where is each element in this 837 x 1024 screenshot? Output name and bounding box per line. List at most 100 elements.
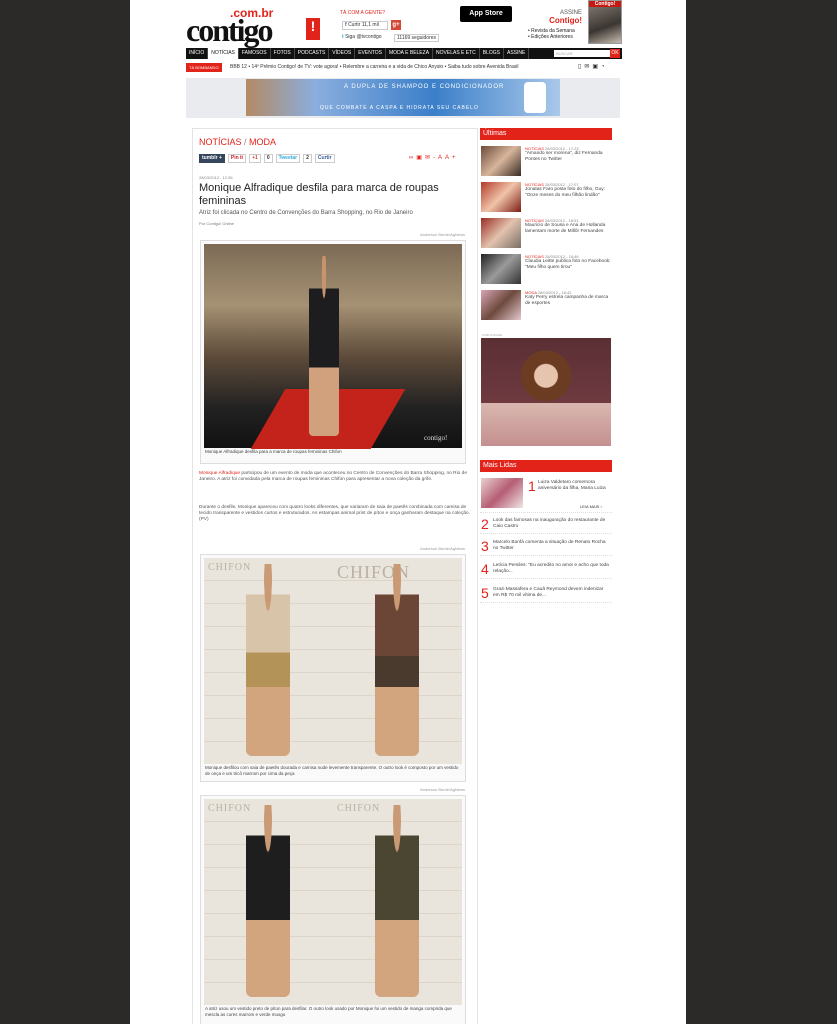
paragraph-text: participou de um evento de moda que acon… (199, 471, 468, 483)
ultimas-header: Últimas (480, 128, 612, 140)
facebook-like-button[interactable]: f Curtir 11,1 mil (342, 21, 388, 30)
article-title: Monique Alfradique desfila para marca de… (199, 182, 439, 207)
main-nav: INÍCIO NOTÍCIAS FAMOSOS FOTOS PODCASTS V… (186, 48, 622, 59)
list-item[interactable]: NOTÍCIAS 28/03/2012 - 16:46 Claudia Leit… (480, 254, 612, 286)
nav-item-videos[interactable]: VÍDEOS (329, 48, 356, 59)
nav-item-blogs[interactable]: BLOGS (480, 48, 504, 59)
article-paragraph: Monique Alfradique participou de um even… (199, 471, 471, 483)
site-watermark: contigo! (424, 434, 448, 442)
app-store-button[interactable]: App Store (460, 6, 512, 22)
list-item[interactable]: NOTÍCIAS 28/03/2012 - 17:07 Jonatas Faro… (480, 182, 612, 214)
model-figure (375, 564, 419, 756)
ad-label: PUBLICIDADE (482, 333, 503, 337)
nav-item-assine[interactable]: ASSINE (504, 48, 530, 59)
list-item[interactable]: 1 Luiza Valdetaro comemora aniversário d… (480, 478, 612, 513)
google-plus-button[interactable]: +1 (249, 154, 261, 163)
subscribe-brand: Contigo! (549, 16, 582, 25)
rank-number: 5 (481, 585, 489, 601)
print-icon[interactable]: ▣ (592, 64, 601, 70)
sidebar-ad[interactable] (481, 338, 611, 446)
list-item[interactable]: 5 Grazi Massafera e Cauã Reymond devem i… (480, 585, 612, 603)
rank-number: 2 (481, 516, 489, 532)
model-figure (246, 805, 290, 997)
breadcrumb-subsection[interactable]: MODA (249, 137, 276, 147)
cover-label: Contigo! (589, 1, 621, 7)
nav-item-famosos[interactable]: FAMOSOS (239, 48, 271, 59)
banner-line-2: QUE COMBATE A CASPA E HIDRATA SEU CABELO (320, 105, 479, 111)
list-item[interactable]: 3 Marcelo Bonfá comenta a situação de Re… (480, 538, 612, 556)
print-icon[interactable]: ▣ (416, 155, 425, 161)
search-button[interactable]: OK (610, 49, 620, 58)
tumblr-button[interactable]: tumblr + (199, 154, 225, 163)
read-more-link[interactable]: LEIA MAIS › (580, 504, 602, 509)
facebook-count: 11,1 mil (361, 22, 379, 28)
photo-caption: Monique Alfradique desfila para a marca … (205, 449, 342, 454)
nav-item-noticias[interactable]: NOTÍCIAS (208, 48, 239, 59)
ad-banner: A DUPLA DE SHAMPOO E CONDICIONADOR QUE C… (186, 78, 620, 118)
list-item[interactable]: 2 Look das famosas na inauguração do res… (480, 516, 612, 534)
facebook-label: Curtir (348, 22, 361, 28)
item-thumbnail (481, 478, 523, 508)
ticker-tag: TÁ BOMBANDO (186, 63, 222, 72)
item-title: "Amando ser morena", diz Fernanda Pontes… (525, 151, 603, 162)
photo-looks-1[interactable]: CHIFON CHIFON Monique desfilou com saia … (200, 554, 466, 782)
photo-runway[interactable]: contigo! Monique Alfradique desfila para… (200, 240, 466, 464)
ticker-text[interactable]: BBB 12 • 14º Prêmio Contigo! de TV: vote… (230, 63, 519, 72)
item-thumbnail (481, 290, 521, 320)
rss-icon[interactable]: ◔ (601, 64, 608, 70)
breadcrumb-section[interactable]: NOTÍCIAS (199, 137, 242, 147)
item-thumbnail (481, 182, 521, 212)
nav-item-inicio[interactable]: INÍCIO (186, 48, 209, 59)
text-larger-button[interactable]: A+ (445, 155, 459, 161)
subscribe-link-past[interactable]: • Edições Anteriores (528, 34, 575, 40)
social-heading: TÁ COM A GENTE? (340, 10, 386, 16)
nav-item-moda-beleza[interactable]: MODA E BELEZA (386, 48, 434, 59)
model-figure (309, 256, 339, 436)
mail-icon[interactable]: ✉ (425, 155, 433, 161)
twitter-follow-button[interactable]: t Siga @tvcontigo (342, 34, 382, 40)
banner-ad[interactable]: A DUPLA DE SHAMPOO E CONDICIONADOR QUE C… (246, 79, 560, 116)
subscribe-block[interactable]: ASSINE Contigo! (530, 10, 582, 25)
share-bar: tumblr + Pin it +1 0 Tweetar 2 Curtir (199, 154, 335, 163)
tweet-button[interactable]: Tweetar (275, 154, 301, 163)
google-plus-icon[interactable]: g+ (391, 20, 401, 30)
item-title: Marcelo Bonfá comenta a situação de Rena… (493, 540, 606, 551)
search-input[interactable]: BUSCAR (554, 50, 610, 57)
list-item[interactable]: 4 Letícia Persiles: "Eu acredito no amor… (480, 561, 612, 579)
text-smaller-button[interactable]: -A (433, 155, 445, 161)
nav-item-fotos[interactable]: FOTOS (271, 48, 295, 59)
facebook-share-button[interactable]: Curtir (314, 154, 335, 163)
photo-looks-2[interactable]: CHIFON CHIFON A atriz usou um vestido pr… (200, 795, 466, 1024)
list-item[interactable]: MODA 28/03/2012 - 16:42 Katy Perry estre… (480, 290, 612, 322)
nav-item-eventos[interactable]: EVENTOS (355, 48, 387, 59)
rank-number: 1 (528, 478, 536, 494)
twitter-followers: 11169 seguidores (394, 34, 440, 42)
subscribe-links: • Revista da Semana • Edições Anteriores (528, 28, 575, 40)
list-item[interactable]: NOTÍCIAS 28/03/2012 - 16:51 Mauricio de … (480, 218, 612, 250)
facebook-icon: f (345, 22, 347, 28)
shampoo-bottle-image (524, 82, 546, 113)
article-byline: Por Contigo! Online (199, 221, 234, 226)
person-link[interactable]: Monique Alfradique (199, 471, 240, 476)
item-title: Luiza Valdetaro comemora aniversário da … (538, 480, 606, 491)
tweet-count: 2 (303, 154, 312, 163)
item-title: Letícia Persiles: "Eu acredito no amor e… (493, 563, 609, 574)
ultimas-title: Últimas (483, 130, 507, 137)
breadcrumb-separator: / (241, 137, 250, 147)
nav-item-podcasts[interactable]: PODCASTS (295, 48, 330, 59)
studio-photo: CHIFON CHIFON (204, 558, 462, 764)
pinit-button[interactable]: Pin it (227, 154, 247, 163)
nav-item-novelas[interactable]: NOVELAS E ETC (433, 48, 480, 59)
photo-half: CHIFON (204, 799, 333, 1005)
item-thumbnail (481, 146, 521, 176)
model-figure (246, 564, 290, 756)
list-item[interactable]: NOTÍCIAS 28/03/2012 - 17:23 "Amando ser … (480, 146, 612, 178)
studio-photo: CHIFON CHIFON (204, 799, 462, 1005)
brand-watermark: CHIFON (208, 803, 252, 814)
runway-photo: contigo! (204, 244, 462, 449)
article-subtitle: Atriz foi clicada no Centro de Convençõe… (199, 210, 413, 216)
photo-credit: Anderson Borde/AgNews (420, 232, 465, 237)
google-plus-count: 0 (263, 154, 273, 163)
magazine-cover[interactable]: Contigo! (588, 0, 622, 44)
twitter-label: Siga @tvcontigo (345, 34, 382, 40)
